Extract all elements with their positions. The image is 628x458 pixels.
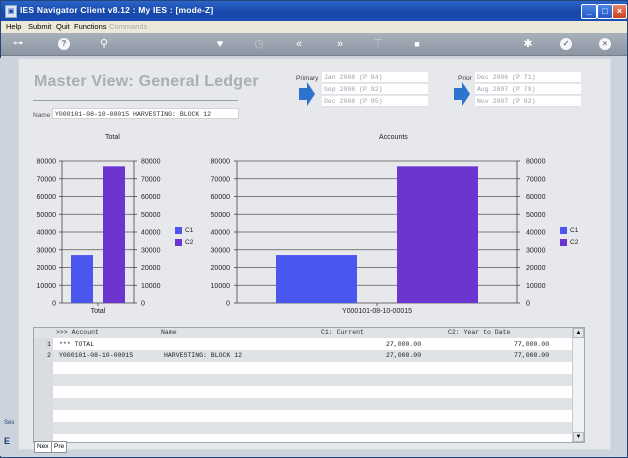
row-stripe <box>53 374 572 386</box>
y-tick-label: 80000 <box>141 159 161 166</box>
legend-c1-swatch <box>560 226 567 234</box>
y-tick-label: 20000 <box>526 265 546 272</box>
legend-c1-label: C1 <box>185 227 194 234</box>
y-tick-label: 50000 <box>526 212 546 219</box>
y-tick-label: 40000 <box>526 230 546 237</box>
cell-c2: 77,000.00 <box>514 352 550 359</box>
y-tick-label: 60000 <box>37 194 57 201</box>
cell-account: *** TOTAL <box>59 341 95 348</box>
y-tick-label: 0 <box>226 301 230 308</box>
col-c2[interactable]: C2: Year to Date <box>448 329 510 336</box>
legend-c1: C1 <box>175 225 193 237</box>
chart-accounts-legend: C1 C2 <box>560 225 578 249</box>
y-tick-label: 0 <box>52 301 56 308</box>
y-tick-label: 70000 <box>526 176 546 183</box>
legend-c2: C2 <box>175 237 193 249</box>
col-c1[interactable]: C1: Current <box>321 329 364 336</box>
cell-c2: 77,000.00 <box>514 341 550 348</box>
y-tick-label: 0 <box>141 301 145 308</box>
y-tick-label: 50000 <box>37 212 57 219</box>
cell-account: Y000101-08-10-00015 <box>59 352 134 359</box>
row-stripe <box>53 362 572 374</box>
y-tick-label: 70000 <box>141 176 161 183</box>
y-tick-label: 60000 <box>211 194 231 201</box>
y-tick-label: 50000 <box>211 212 231 219</box>
y-tick-label: 40000 <box>37 230 57 237</box>
y-tick-label: 10000 <box>211 283 231 290</box>
y-tick-label: 50000 <box>141 212 161 219</box>
bar-c2 <box>397 166 478 303</box>
legend-c1-swatch <box>175 226 182 234</box>
legend-c2-swatch <box>560 238 567 246</box>
y-tick-label: 10000 <box>141 283 161 290</box>
row-number: 1 <box>47 341 51 348</box>
bar-c2 <box>103 166 125 303</box>
y-tick-label: 30000 <box>526 247 546 254</box>
y-tick-label: 40000 <box>211 230 231 237</box>
charts-canvas: 0 0 10000 10000 20000 20000 30000 30000 40000 400… <box>37 159 546 316</box>
table-scrollbar[interactable]: ▲ ▼ <box>572 328 584 442</box>
y-tick-label: 80000 <box>526 159 546 166</box>
y-tick-label: 20000 <box>141 265 161 272</box>
y-tick-label: 10000 <box>37 283 57 290</box>
col-name[interactable]: Name <box>161 329 177 336</box>
row-stripe <box>53 398 572 410</box>
side-tab-e[interactable]: E <box>4 436 16 446</box>
chart-total-legend: C1 C2 <box>175 225 193 249</box>
y-tick-label: 60000 <box>526 194 546 201</box>
col-account[interactable]: >>> Account <box>56 329 99 336</box>
scroll-down-icon[interactable]: ▼ <box>573 432 584 442</box>
cell-name: HARVESTING: BLOCK 12 <box>164 352 243 359</box>
y-tick-label: 0 <box>526 301 530 308</box>
y-tick-label: 60000 <box>141 194 161 201</box>
bar-c1 <box>276 255 357 303</box>
y-tick-label: 80000 <box>211 159 231 166</box>
bar-c1 <box>71 255 93 303</box>
y-tick-label: 20000 <box>211 265 231 272</box>
cell-c1: 27,000.00 <box>386 352 422 359</box>
next-button[interactable]: Nex <box>34 441 52 453</box>
row-stripe <box>53 386 572 398</box>
row-stripe <box>53 410 572 422</box>
legend-c2-label: C2 <box>570 239 579 246</box>
prev-button[interactable]: Pre <box>51 441 68 453</box>
side-tab-session[interactable]: Ses <box>4 420 16 426</box>
legend-c1-label: C1 <box>570 227 579 234</box>
legend-c2-label: C2 <box>185 239 194 246</box>
y-tick-label: 70000 <box>37 176 57 183</box>
ledger-table: >>> Account Name C1: Current C2: Year to… <box>33 327 585 443</box>
legend-c2-swatch <box>175 238 182 246</box>
x-tick-label: Y000101-08-10-00015 <box>342 308 412 315</box>
y-tick-label: 80000 <box>37 159 57 166</box>
scroll-up-icon[interactable]: ▲ <box>573 328 584 338</box>
row-number: 2 <box>47 352 51 359</box>
y-tick-label: 10000 <box>526 283 546 290</box>
y-tick-label: 70000 <box>211 176 231 183</box>
y-tick-label: 30000 <box>211 247 231 254</box>
legend-c1: C1 <box>560 225 578 237</box>
y-tick-label: 20000 <box>37 265 57 272</box>
y-tick-label: 30000 <box>141 247 161 254</box>
y-tick-label: 40000 <box>141 230 161 237</box>
legend-c2: C2 <box>560 237 578 249</box>
x-tick-label: Total <box>91 308 106 315</box>
cell-c1: 27,000.00 <box>386 341 422 348</box>
table-row[interactable]: 1 *** TOTAL 27,000.00 77,000.00 <box>34 339 572 350</box>
row-stripe <box>53 422 572 434</box>
table-row[interactable]: 2 Y000101-08-10-00015 HARVESTING: BLOCK … <box>34 350 572 361</box>
y-tick-label: 30000 <box>37 247 57 254</box>
